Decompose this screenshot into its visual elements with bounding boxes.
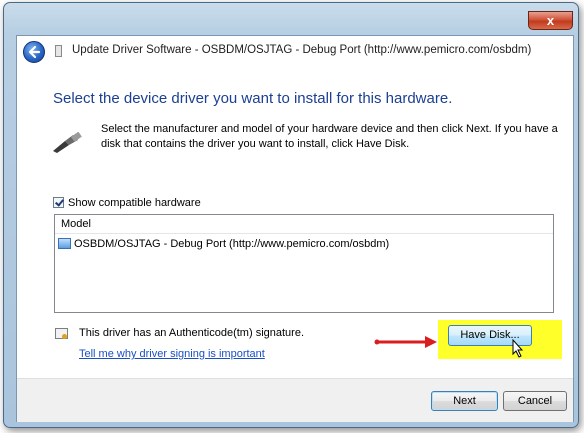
red-arrow-annotation <box>374 336 437 348</box>
close-button[interactable]: x <box>528 11 573 30</box>
show-compatible-checkbox[interactable] <box>53 197 64 208</box>
dialog-window: x Update Driver Software - OSBDM/OSJTAG … <box>3 2 579 428</box>
list-item-label: OSBDM/OSJTAG - Debug Port (http://www.pe… <box>74 238 390 250</box>
footer-bar: Next Cancel <box>17 378 573 422</box>
dialog-client-area: Update Driver Software - OSBDM/OSJTAG - … <box>16 35 574 422</box>
description-text: Select the manufacturer and model of you… <box>101 123 558 150</box>
wizard-icon <box>55 45 62 57</box>
mouse-cursor-icon <box>512 339 524 358</box>
driver-signing-link[interactable]: Tell me why driver signing is important <box>79 348 265 360</box>
signature-text: This driver has an Authenticode(tm) sign… <box>79 327 305 339</box>
back-button[interactable] <box>23 41 45 63</box>
certificate-icon <box>55 328 68 339</box>
show-compatible-row[interactable]: Show compatible hardware <box>53 197 201 209</box>
model-listbox[interactable]: Model OSBDM/OSJTAG - Debug Port (http://… <box>54 214 554 313</box>
next-button[interactable]: Next <box>431 391 498 411</box>
cancel-button[interactable]: Cancel <box>503 391 567 411</box>
page-heading: Select the device driver you want to ins… <box>53 90 453 107</box>
list-column-header[interactable]: Model <box>55 215 553 234</box>
title-row: Update Driver Software - OSBDM/OSJTAG - … <box>17 36 573 66</box>
show-compatible-label: Show compatible hardware <box>68 197 201 209</box>
window-title: Update Driver Software - OSBDM/OSJTAG - … <box>72 44 532 56</box>
back-arrow-icon <box>28 45 41 59</box>
list-item[interactable]: OSBDM/OSJTAG - Debug Port (http://www.pe… <box>58 236 389 252</box>
hardware-icon <box>58 238 71 249</box>
usb-device-icon <box>53 132 82 153</box>
